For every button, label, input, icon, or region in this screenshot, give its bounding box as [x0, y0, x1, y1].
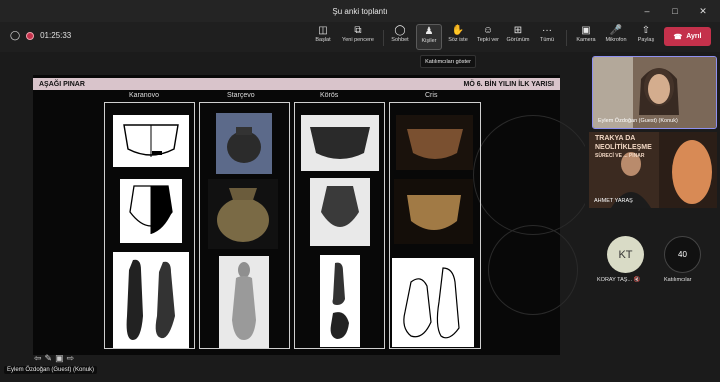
culture-label-starcevo: Starçevo — [227, 92, 255, 99]
participant-video-tile[interactable]: TRAKYA DA NEOLİTİKLEŞME SÜRECİ VE ... PI… — [589, 132, 717, 208]
meeting-timer: 01:25:33 — [40, 31, 72, 40]
participant-count: 40 — [678, 250, 687, 259]
participant-video-tile[interactable]: Eylem Özdoğan (Guest) (Konuk) — [592, 56, 717, 129]
avatar-name-text: KORAY TAŞ... — [597, 277, 633, 283]
pot-photo — [396, 115, 473, 170]
close-icon[interactable]: ✕ — [689, 0, 717, 22]
presenter-name: Eylem Özdoğan (Guest) (Konuk) — [7, 367, 95, 373]
chat-label: Sohbet — [391, 37, 409, 43]
mic-label: Mikrofon — [605, 37, 627, 43]
hand-icon: ✋ — [451, 25, 465, 36]
mic-off-icon: 🎤 — [609, 25, 623, 36]
toolbar-divider — [566, 30, 567, 46]
avatar-name: KORAY TAŞ... 🔇 — [597, 277, 640, 283]
chat-button[interactable]: ◯ Sohbet — [387, 24, 413, 50]
title-bar: Şu anki toplantı — [0, 0, 720, 22]
share-icon: ◫ — [318, 25, 328, 36]
participant-count-button[interactable]: 40 — [664, 236, 701, 273]
more-button[interactable]: ··· Tümü — [535, 24, 559, 50]
slide-right-title: MÖ 6. BİN YILIN İLK YARISI — [463, 80, 554, 88]
view-button[interactable]: ⊞ Görünüm — [504, 24, 532, 50]
share-start-button[interactable]: ◫ Başlat — [310, 24, 336, 50]
pot-photo — [216, 113, 272, 174]
maximize-icon[interactable]: □ — [661, 0, 689, 22]
people-button[interactable]: ♟ Kişiler — [416, 24, 442, 50]
culture-label-cris: Cris — [425, 92, 438, 99]
share-start-label: Başlat — [315, 37, 331, 43]
raise-hand-button[interactable]: ✋ Söz iste — [445, 24, 471, 50]
pot-photo — [394, 179, 473, 244]
avatar[interactable]: KT — [607, 236, 644, 273]
slides-icon[interactable]: ▣ — [55, 353, 64, 364]
toolbar-divider — [383, 30, 384, 46]
poster-line: NEOLİTİKLEŞME — [595, 144, 652, 151]
shield-icon: ◯ — [10, 30, 21, 40]
window-title: Şu anki toplantı — [332, 6, 388, 16]
new-window-icon: ⧉ — [354, 25, 362, 36]
participant-count-label: Katılımcılar — [664, 277, 692, 283]
prev-arrow-icon[interactable]: ⇦ — [34, 353, 42, 364]
slide-navigation: ⇦ ✎ ▣ ⇨ — [34, 353, 74, 364]
avatar-initials: KT — [618, 248, 633, 261]
figurine-drawing — [320, 255, 360, 347]
view-label: Görünüm — [506, 37, 530, 43]
present-icon: ⇧ — [641, 25, 651, 36]
chat-icon: ◯ — [394, 25, 406, 36]
figurine-photo — [219, 256, 269, 348]
meeting-info: ◯ 01:25:33 — [10, 30, 71, 41]
more-icon: ··· — [542, 25, 552, 36]
culture-label-karanovo: Karanovo — [129, 92, 159, 99]
pot-photo — [310, 178, 370, 246]
participant-name: Eylem Özdoğan (Guest) (Konuk) — [598, 118, 678, 124]
pen-icon[interactable]: ✎ — [45, 353, 53, 364]
new-window-button[interactable]: ⧉ Yeni pencere — [338, 24, 378, 50]
more-label: Tümü — [539, 37, 555, 43]
smiley-icon: ☺ — [482, 25, 494, 36]
shared-screen: AŞAĞI PINAR MÖ 6. BİN YILIN İLK YARISI K… — [33, 75, 593, 355]
slide-left-title: AŞAĞI PINAR — [39, 80, 85, 88]
next-arrow-icon[interactable]: ⇨ — [67, 353, 75, 364]
leave-button[interactable]: ☎ Ayrıl — [664, 27, 711, 46]
participant-name: AHMET YARAŞ — [594, 198, 633, 204]
phone-icon: ☎ — [673, 33, 683, 41]
background-ring — [488, 225, 578, 315]
people-tooltip: Katılımcıları göster — [420, 55, 476, 68]
people-icon: ♟ — [424, 26, 434, 37]
grid-icon: ⊞ — [513, 25, 523, 36]
present-button[interactable]: ⇧ Paylaş — [634, 24, 658, 50]
react-button[interactable]: ☺ Tepki ver — [474, 24, 502, 50]
poster-text: TRAKYA DA NEOLİTİKLEŞME SÜRECİ VE ... PI… — [595, 134, 652, 161]
minimize-icon[interactable]: – — [633, 0, 661, 22]
pot-photo — [208, 179, 278, 249]
present-label: Paylaş — [637, 37, 655, 43]
pot-drawing — [113, 115, 189, 167]
poster-line: SÜRECİ VE ... PINAR — [595, 153, 645, 159]
tooltip-text: Katılımcıları göster — [425, 58, 471, 65]
poster-line: TRAKYA DA — [595, 135, 636, 142]
meeting-toolbar: ◯ 01:25:33 ◫ Başlat ⧉ Yeni pencere ◯ Soh… — [0, 22, 720, 52]
react-label: Tepki ver — [476, 37, 499, 43]
mic-button[interactable]: 🎤 Mikrofon — [602, 24, 630, 50]
camera-button[interactable]: ▣ Kamera — [573, 24, 599, 50]
pot-photo — [301, 115, 379, 171]
mic-off-icon: 🔇 — [633, 277, 641, 283]
new-window-label: Yeni pencere — [342, 37, 374, 43]
figurine-drawing — [392, 258, 474, 347]
pot-drawing — [120, 179, 182, 243]
raise-hand-label: Söz iste — [448, 37, 468, 43]
presenter-name-tag: Eylem Özdoğan (Guest) (Konuk) — [4, 366, 98, 374]
camera-label: Kamera — [576, 37, 596, 43]
people-label: Kişiler — [421, 38, 437, 44]
figurine-drawing — [113, 252, 189, 348]
camera-off-icon: ▣ — [581, 25, 591, 36]
recording-icon — [26, 31, 35, 40]
leave-label: Ayrıl — [686, 33, 702, 40]
culture-label-koros: Körös — [320, 92, 339, 99]
slide-header: AŞAĞI PINAR MÖ 6. BİN YILIN İLK YARISI — [33, 78, 560, 90]
background-ring — [473, 115, 593, 235]
